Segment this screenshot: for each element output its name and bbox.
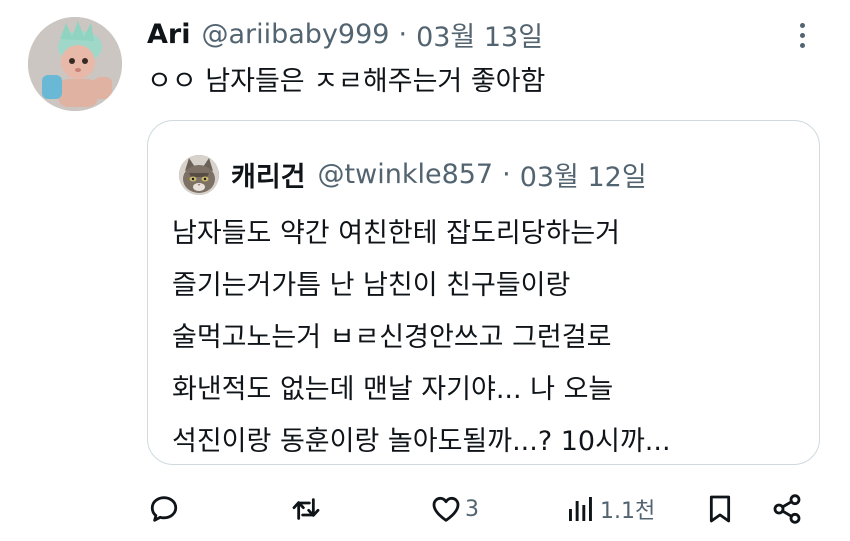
reply-button[interactable] — [148, 484, 183, 534]
views-count: 1.1천 — [600, 499, 656, 524]
action-bar: 3 1.1천 — [0, 484, 850, 534]
doll-avatar-icon — [28, 17, 122, 111]
share-button[interactable] — [771, 484, 803, 534]
quote-avatar[interactable] — [179, 155, 219, 195]
retweet-icon — [292, 498, 320, 520]
quote-text: 남자들도 약간 여친한테 잡도리당하는거 즐기는거가틈 난 남친이 친구들이랑 … — [172, 208, 812, 468]
quoted-tweet[interactable]: 캐리건 @twinkle857 · 03월 12일 남자들도 약간 여친한테 잡… — [147, 120, 820, 465]
views-icon — [569, 497, 592, 521]
bookmark-icon — [709, 495, 731, 523]
more-vertical-icon[interactable] — [796, 23, 808, 53]
tweet-date[interactable]: 03월 13일 — [416, 15, 543, 54]
bookmark-button[interactable] — [704, 484, 736, 534]
quote-text-line: 즐기는거가틈 난 남친이 친구들이랑 — [172, 270, 571, 301]
quote-author-handle[interactable]: @twinkle857 — [318, 159, 494, 190]
like-button[interactable]: 3 — [430, 484, 479, 534]
cat-avatar-icon — [179, 155, 219, 195]
retweet-button[interactable] — [290, 484, 325, 534]
heart-icon — [432, 496, 460, 522]
separator-dot: · — [398, 18, 408, 50]
tweet-header: Ari @ariibaby999 · 03월 13일 — [147, 14, 543, 54]
tweet-text: ㅇㅇ 남자들은 ㅈㄹ해주는거 좋아함 — [147, 66, 546, 97]
views-button[interactable]: 1.1천 — [565, 484, 655, 534]
quote-text-line: 술먹고노는거 ㅂㄹ신경안쓰고 그런걸로 — [172, 322, 612, 353]
reply-icon — [150, 496, 178, 522]
quote-author-name[interactable]: 캐리건 — [231, 155, 306, 194]
like-count: 3 — [465, 496, 479, 522]
share-icon — [773, 494, 801, 524]
quote-text-line: 화낸적도 없는데 맨날 자기야... 나 오늘 — [172, 374, 614, 405]
quote-text-line: 석진이랑 동훈이랑 놀아도될까...? 10시까... — [172, 426, 671, 457]
separator-dot: · — [502, 158, 511, 190]
quote-date[interactable]: 03월 12일 — [520, 155, 647, 194]
avatar[interactable] — [28, 17, 122, 111]
quote-header: 캐리건 @twinkle857 · 03월 12일 — [231, 152, 647, 196]
author-handle[interactable]: @ariibaby999 — [201, 19, 389, 50]
author-name[interactable]: Ari — [147, 19, 190, 50]
quote-text-line: 남자들도 약간 여친한테 잡도리당하는거 — [172, 218, 621, 249]
